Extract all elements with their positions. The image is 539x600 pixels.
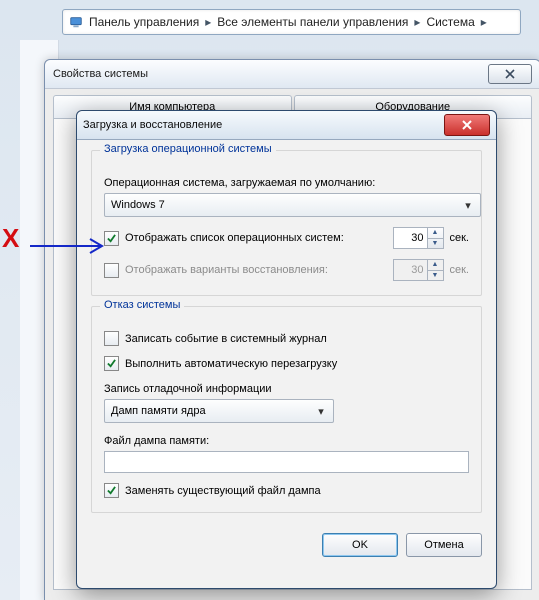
chevron-down-icon: ▾: [460, 199, 476, 212]
computer-icon: [69, 15, 83, 29]
unit-label: сек.: [450, 264, 470, 276]
close-button[interactable]: [488, 64, 532, 84]
checkbox-auto-restart[interactable]: [104, 356, 119, 371]
chevron-right-icon: ▸: [205, 15, 211, 29]
checkbox-label: Записать событие в системный журнал: [125, 333, 327, 345]
close-icon: [460, 120, 474, 130]
dialog-titlebar[interactable]: Загрузка и восстановление: [77, 111, 496, 140]
spinner-buttons[interactable]: ▲▼: [428, 227, 444, 249]
titlebar[interactable]: Свойства системы: [45, 60, 539, 89]
chevron-down-icon: ▾: [313, 405, 329, 418]
ok-button[interactable]: OK: [322, 533, 398, 557]
select-value: Дамп памяти ядра: [111, 405, 206, 417]
dump-type-select[interactable]: Дамп памяти ядра ▾: [104, 399, 334, 423]
cancel-button[interactable]: Отмена: [406, 533, 482, 557]
spinner-up-icon: ▲: [428, 260, 443, 270]
group-legend: Отказ системы: [100, 299, 184, 311]
group-system-failure: Отказ системы Записать событие в системн…: [91, 306, 482, 513]
spinner-down-icon: ▼: [428, 270, 443, 281]
group-system-startup: Загрузка операционной системы Операционн…: [91, 150, 482, 296]
spinner-buttons: ▲▼: [428, 259, 444, 281]
spinner-input[interactable]: [393, 227, 428, 249]
checkbox-overwrite-dump[interactable]: [104, 483, 119, 498]
checkbox-label: Отображать список операционных систем:: [125, 232, 387, 244]
chevron-right-icon: ▸: [481, 15, 487, 29]
spinner-input: [393, 259, 428, 281]
checkbox-label: Выполнить автоматическую перезагрузку: [125, 358, 337, 370]
close-button[interactable]: [444, 114, 490, 136]
breadcrumb-seg[interactable]: Все элементы панели управления: [217, 15, 408, 29]
recovery-timeout-spinner: ▲▼: [393, 259, 444, 281]
breadcrumb-seg[interactable]: Панель управления: [89, 15, 199, 29]
window-title: Свойства системы: [53, 68, 148, 80]
checkbox-write-event[interactable]: [104, 331, 119, 346]
unit-label: сек.: [450, 232, 470, 244]
checkbox-show-recovery[interactable]: [104, 263, 119, 278]
group-legend: Загрузка операционной системы: [100, 143, 276, 155]
os-list-timeout-spinner[interactable]: ▲▼: [393, 227, 444, 249]
checkbox-label: Отображать варианты восстановления:: [125, 264, 387, 276]
dump-file-input[interactable]: [104, 451, 469, 473]
dump-info-label: Запись отладочной информации: [104, 383, 469, 395]
dump-file-label: Файл дампа памяти:: [104, 435, 469, 447]
default-os-select[interactable]: Windows 7 ▾: [104, 193, 481, 217]
startup-recovery-dialog: Загрузка и восстановление Загрузка опера…: [76, 110, 497, 589]
breadcrumb[interactable]: Панель управления ▸ Все элементы панели …: [62, 9, 521, 35]
default-os-label: Операционная система, загружаемая по умо…: [104, 177, 469, 189]
spinner-up-icon[interactable]: ▲: [428, 228, 443, 238]
chevron-right-icon: ▸: [414, 15, 420, 29]
spinner-down-icon[interactable]: ▼: [428, 238, 443, 249]
select-value: Windows 7: [111, 199, 165, 211]
dialog-title: Загрузка и восстановление: [83, 119, 222, 131]
annotation-arrow-icon: [30, 237, 110, 255]
breadcrumb-seg[interactable]: Система: [426, 15, 474, 29]
close-icon: [504, 69, 516, 79]
checkbox-label: Заменять существующий файл дампа: [125, 485, 321, 497]
annotation-x-mark: X: [2, 225, 19, 251]
